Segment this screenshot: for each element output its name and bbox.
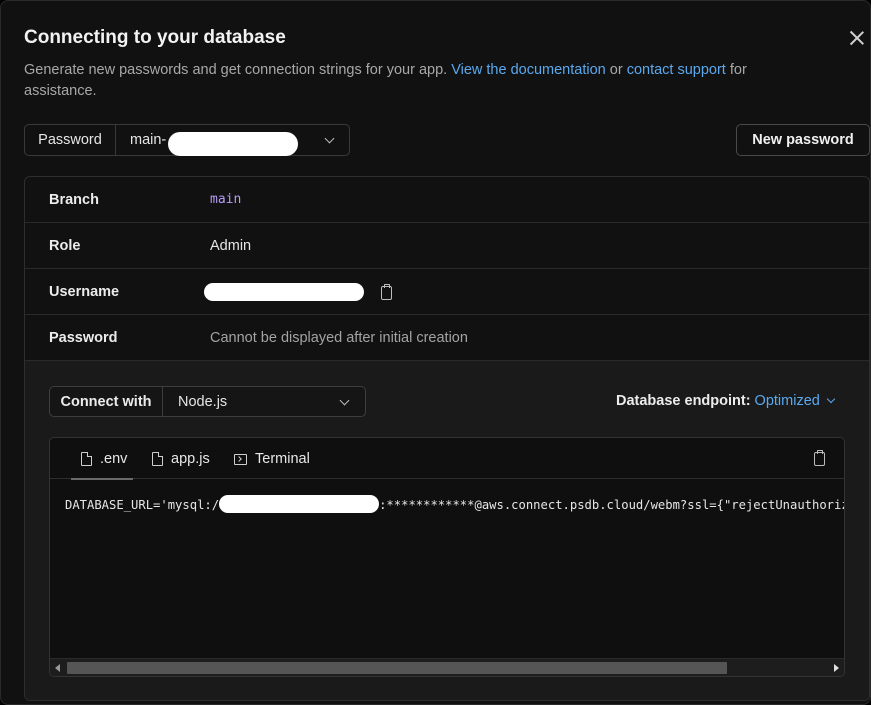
scroll-right-icon[interactable] [834, 664, 839, 672]
file-icon [81, 452, 92, 466]
detail-row-password: Password Cannot be displayed after initi… [25, 315, 869, 361]
terminal-icon [234, 453, 247, 465]
tab-app-js[interactable]: app.js [152, 450, 210, 468]
horizontal-scrollbar[interactable] [50, 658, 844, 676]
connect-dialog: Connecting to your database Generate new… [0, 0, 871, 705]
connect-with-select[interactable]: Connect with Node.js [49, 386, 366, 417]
password-select-label: Password [25, 125, 116, 155]
tab-env[interactable]: .env [70, 450, 134, 480]
file-icon [152, 452, 163, 466]
connect-with-value[interactable]: Node.js [163, 387, 365, 416]
scroll-left-icon[interactable] [55, 664, 60, 672]
redacted-credentials [219, 495, 380, 513]
chevron-down-icon[interactable] [826, 394, 836, 404]
close-icon[interactable] [847, 28, 867, 48]
password-value: Cannot be displayed after initial creati… [210, 329, 468, 346]
password-select[interactable]: Password main- [24, 124, 350, 156]
detail-row-username: Username [25, 269, 869, 315]
contact-support-link[interactable]: contact support [627, 62, 726, 78]
documentation-link[interactable]: View the documentation [451, 62, 606, 78]
chevron-down-icon [339, 395, 350, 406]
password-select-value[interactable]: main- [116, 125, 349, 156]
redacted-username [204, 283, 364, 301]
detail-row-role: Role Admin [25, 223, 869, 269]
copy-username-icon[interactable] [381, 284, 392, 300]
connection-string[interactable]: DATABASE_URL='mysql:/:************@aws.c… [65, 495, 844, 513]
copy-code-icon[interactable] [814, 450, 825, 466]
chevron-down-icon [324, 133, 335, 144]
database-endpoint: Database endpoint: Optimized [616, 393, 836, 409]
code-panel: .env app.js Terminal DATABASE_URL='mysql… [49, 437, 845, 677]
connection-details-card: Branch main Role Admin Username Password… [24, 176, 870, 701]
role-value: Admin [210, 237, 252, 254]
new-password-button[interactable]: New password [736, 124, 870, 156]
dialog-description: Generate new passwords and get connectio… [24, 62, 747, 99]
tab-terminal[interactable]: Terminal [234, 450, 310, 468]
endpoint-dropdown[interactable]: Optimized [755, 393, 820, 409]
dialog-title: Connecting to your database [24, 27, 286, 48]
redacted-password-name [168, 132, 298, 156]
detail-row-branch: Branch main [25, 177, 869, 223]
connection-string-section: Connect with Node.js Database endpoint: O… [25, 361, 869, 700]
connect-with-label: Connect with [50, 387, 163, 416]
branch-value: main [210, 192, 242, 207]
code-tabs: .env app.js Terminal [50, 438, 844, 480]
scrollbar-thumb[interactable] [67, 662, 727, 674]
